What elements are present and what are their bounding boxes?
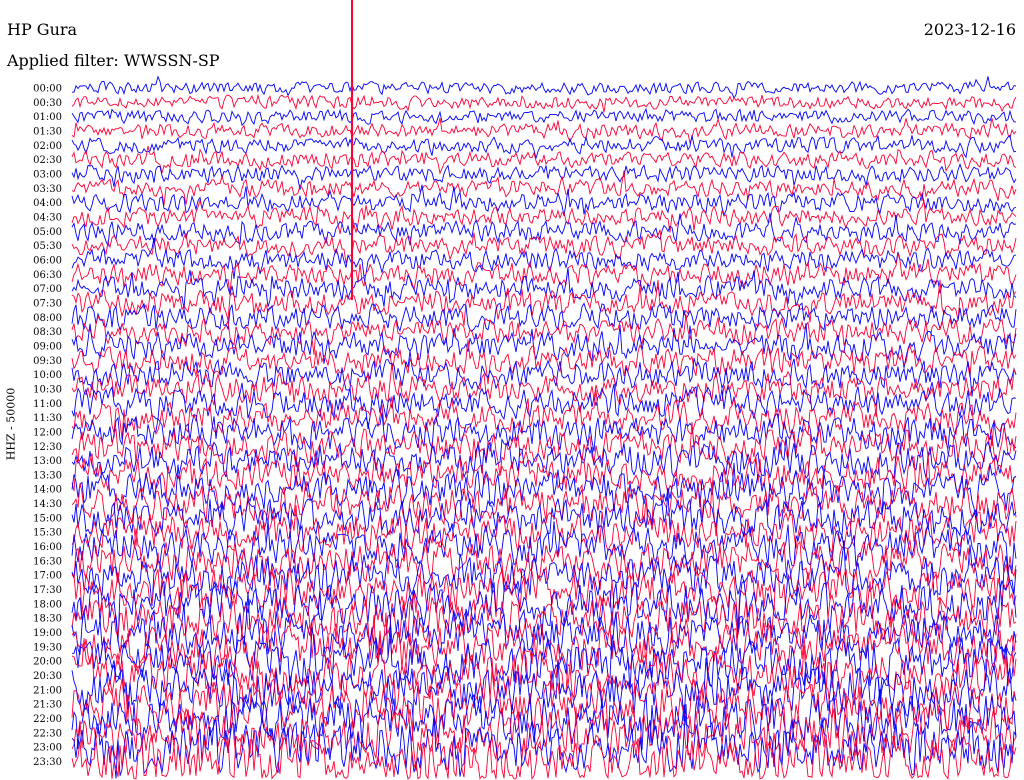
row-label: 16:00: [33, 542, 62, 553]
trace-line-1730: [71, 565, 1017, 627]
trace-line-0030: [71, 93, 1017, 113]
row-label: 01:30: [33, 127, 62, 138]
row-label: 02:00: [33, 141, 62, 152]
trace-line-0000: [71, 75, 1017, 100]
row-label: 19:30: [33, 642, 62, 653]
row-label: 10:00: [33, 370, 62, 381]
row-label: 11:00: [33, 399, 62, 410]
row-label: 01:00: [33, 112, 62, 123]
row-label: 21:00: [33, 685, 62, 696]
row-label: 15:00: [33, 513, 62, 524]
row-label: 22:00: [33, 714, 62, 725]
row-label: 20:00: [33, 657, 62, 668]
row-label: 10:30: [33, 384, 62, 395]
row-label: 18:30: [33, 614, 62, 625]
row-label: 04:30: [33, 213, 62, 224]
row-label: 19:00: [33, 628, 62, 639]
row-label: 05:30: [33, 241, 62, 252]
row-label: 21:30: [33, 700, 62, 711]
row-label: 06:00: [33, 256, 62, 267]
row-label: 18:00: [33, 599, 62, 610]
trace-line-2230: [71, 693, 1017, 771]
trace-line-1830: [71, 581, 1017, 646]
traces-group: [71, 75, 1017, 780]
row-label: 06:30: [33, 270, 62, 281]
helicorder-plot: 00:00 00:30 01:00 01:30 02:00 02:30 03:00 03:30…: [33, 0, 1017, 780]
row-label: 23:00: [33, 743, 62, 754]
trace-line-0100: [71, 107, 1017, 126]
row-label: 12:30: [33, 442, 62, 453]
row-label: 03:30: [33, 184, 62, 195]
row-label: 15:30: [33, 528, 62, 539]
row-label: 07:00: [33, 284, 62, 295]
row-label: 05:00: [33, 227, 62, 238]
row-label: 22:30: [33, 728, 62, 739]
row-label: 09:00: [33, 341, 62, 352]
row-label: 02:30: [33, 155, 62, 166]
row-label: 08:00: [33, 313, 62, 324]
row-label: 20:30: [33, 671, 62, 682]
trace-line-1000: [71, 351, 1017, 397]
row-label: 00:30: [33, 98, 62, 109]
row-label: 08:30: [33, 327, 62, 338]
row-label: 09:30: [33, 356, 62, 367]
row-label: 12:00: [33, 427, 62, 438]
row-label: 03:00: [33, 170, 62, 181]
trace-line-0900: [71, 323, 1017, 368]
row-label: 14:30: [33, 499, 62, 510]
row-label: 14:00: [33, 485, 62, 496]
row-label: 00:00: [33, 84, 62, 95]
trace-line-2300: [71, 704, 1017, 779]
trace-line-0300: [71, 162, 1017, 190]
row-label: 13:30: [33, 470, 62, 481]
row-label: 07:30: [33, 298, 62, 309]
row-label: 23:30: [33, 757, 62, 768]
row-label: 04:00: [33, 198, 62, 209]
row-label: 16:30: [33, 556, 62, 567]
trace-line-0500: [71, 212, 1017, 248]
tick-labels-group: 00:00 00:30 01:00 01:30 02:00 02:30 03:00 03:30…: [33, 84, 62, 769]
row-label: 17:00: [33, 571, 62, 582]
row-label: 11:30: [33, 413, 62, 424]
row-label: 13:00: [33, 456, 62, 467]
row-label: 17:30: [33, 585, 62, 596]
